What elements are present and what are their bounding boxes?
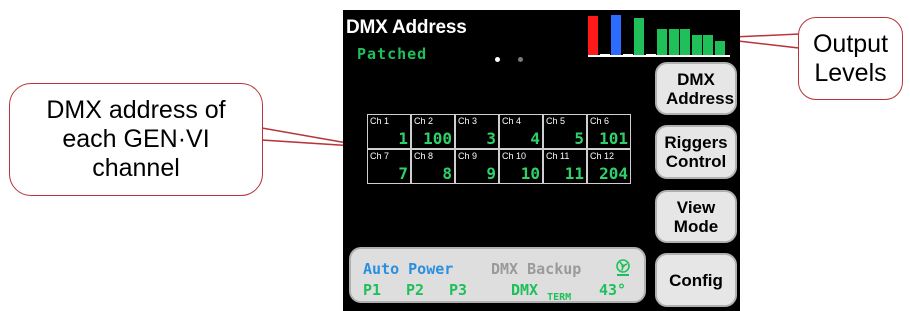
channel-cell: Ch 9 9: [455, 149, 499, 184]
phase-p3: P3: [449, 281, 468, 299]
output-level-bar: [622, 54, 633, 55]
channel-address-value: 4: [530, 129, 540, 148]
screen-title: DMX Address: [346, 17, 467, 38]
channel-cell: Ch 2 100: [411, 114, 455, 149]
view-mode-button-label: View Mode: [673, 197, 719, 236]
output-level-bar: [645, 54, 656, 55]
channel-address-value: 8: [442, 164, 452, 183]
riggers-control-button[interactable]: Riggers Control: [655, 125, 737, 179]
output-level-bar: [680, 29, 690, 55]
dmx-address-button[interactable]: DMX Address: [655, 62, 737, 115]
channel-cell: Ch 5 5: [543, 114, 587, 149]
channel-label: Ch 2: [414, 116, 434, 126]
channel-label: Ch 10: [502, 151, 527, 161]
status-panel[interactable]: Auto Power DMX Backup P1 P2 P3 DMX TERM …: [349, 247, 646, 303]
channel-label: Ch 12: [590, 151, 615, 161]
output-levels-callout: Output Levels: [798, 17, 903, 100]
channel-address-value: 5: [574, 129, 584, 148]
output-level-bar: [668, 29, 679, 55]
device-screen: DMX Address Patched Ch 1 1 Ch 2 100 Ch 3 3 Ch …: [343, 10, 740, 311]
channel-label: Ch 3: [458, 116, 478, 126]
output-level-bar: [611, 15, 621, 55]
dmx-address-button-label: DMX Address: [666, 69, 735, 108]
dmx-term-indicator: DMX TERM: [511, 281, 571, 303]
output-level-bar: [588, 16, 598, 55]
channel-label: Ch 1: [370, 116, 390, 126]
output-levels-callout-text: Output Levels: [812, 29, 889, 87]
channel-cell: Ch 12 204: [587, 149, 631, 184]
channel-cell: Ch 11 11: [543, 149, 587, 184]
channel-cell: Ch 6 101: [587, 114, 631, 149]
channel-label: Ch 8: [414, 151, 434, 161]
output-level-bar: [703, 35, 713, 55]
channel-label: Ch 7: [370, 151, 390, 161]
channel-label: Ch 4: [502, 116, 522, 126]
phase-p1: P1: [363, 281, 382, 299]
channel-cell: Ch 3 3: [455, 114, 499, 149]
channel-address-value: 1: [398, 129, 408, 148]
output-level-bar: [634, 18, 644, 55]
channel-address-value: 3: [486, 129, 496, 148]
channel-address-callout-text: DMX address of each GEN·VI channel: [46, 96, 226, 182]
output-level-bar: [599, 54, 610, 55]
channel-label: Ch 9: [458, 151, 478, 161]
riggers-control-button-label: Riggers Control: [664, 133, 728, 171]
output-levels-meter: [588, 15, 730, 57]
dmx-label: DMX: [511, 281, 539, 299]
view-mode-button[interactable]: View Mode: [655, 190, 737, 243]
page-indicator-active: [495, 57, 500, 62]
dmx-backup-label: DMX Backup: [491, 260, 582, 278]
channel-address-callout: DMX address of each GEN·VI channel: [9, 83, 263, 196]
channel-address-value: 204: [599, 164, 628, 183]
channel-cell: Ch 8 8: [411, 149, 455, 184]
channel-cell: Ch 10 10: [499, 149, 543, 184]
output-level-bar: [691, 35, 702, 55]
channel-label: Ch 5: [546, 116, 566, 126]
temperature-readout: 43°: [599, 281, 627, 299]
channel-cell: Ch 7 7: [367, 149, 411, 184]
channel-cell: Ch 1 1: [367, 114, 411, 149]
auto-power-label: Auto Power: [363, 260, 454, 278]
fan-icon: [616, 259, 630, 276]
channel-address-value: 9: [486, 164, 496, 183]
channel-label: Ch 6: [590, 116, 610, 126]
channel-address-value: 100: [423, 129, 452, 148]
config-button[interactable]: Config: [655, 253, 737, 307]
channel-address-value: 10: [520, 164, 540, 183]
phase-p2: P2: [406, 281, 425, 299]
term-label: TERM: [547, 292, 572, 303]
patch-status: Patched: [357, 45, 428, 63]
output-levels-baseline: [588, 55, 730, 57]
channel-cell: Ch 4 4: [499, 114, 543, 149]
channel-address-value: 101: [599, 129, 628, 148]
page-indicator-inactive: [518, 57, 523, 62]
channel-address-value: 11: [564, 164, 584, 183]
output-level-bar: [657, 29, 667, 55]
channel-address-value: 7: [398, 164, 408, 183]
output-level-bar: [714, 41, 725, 55]
channel-label: Ch 11: [546, 151, 570, 161]
config-button-label: Config: [669, 270, 723, 290]
